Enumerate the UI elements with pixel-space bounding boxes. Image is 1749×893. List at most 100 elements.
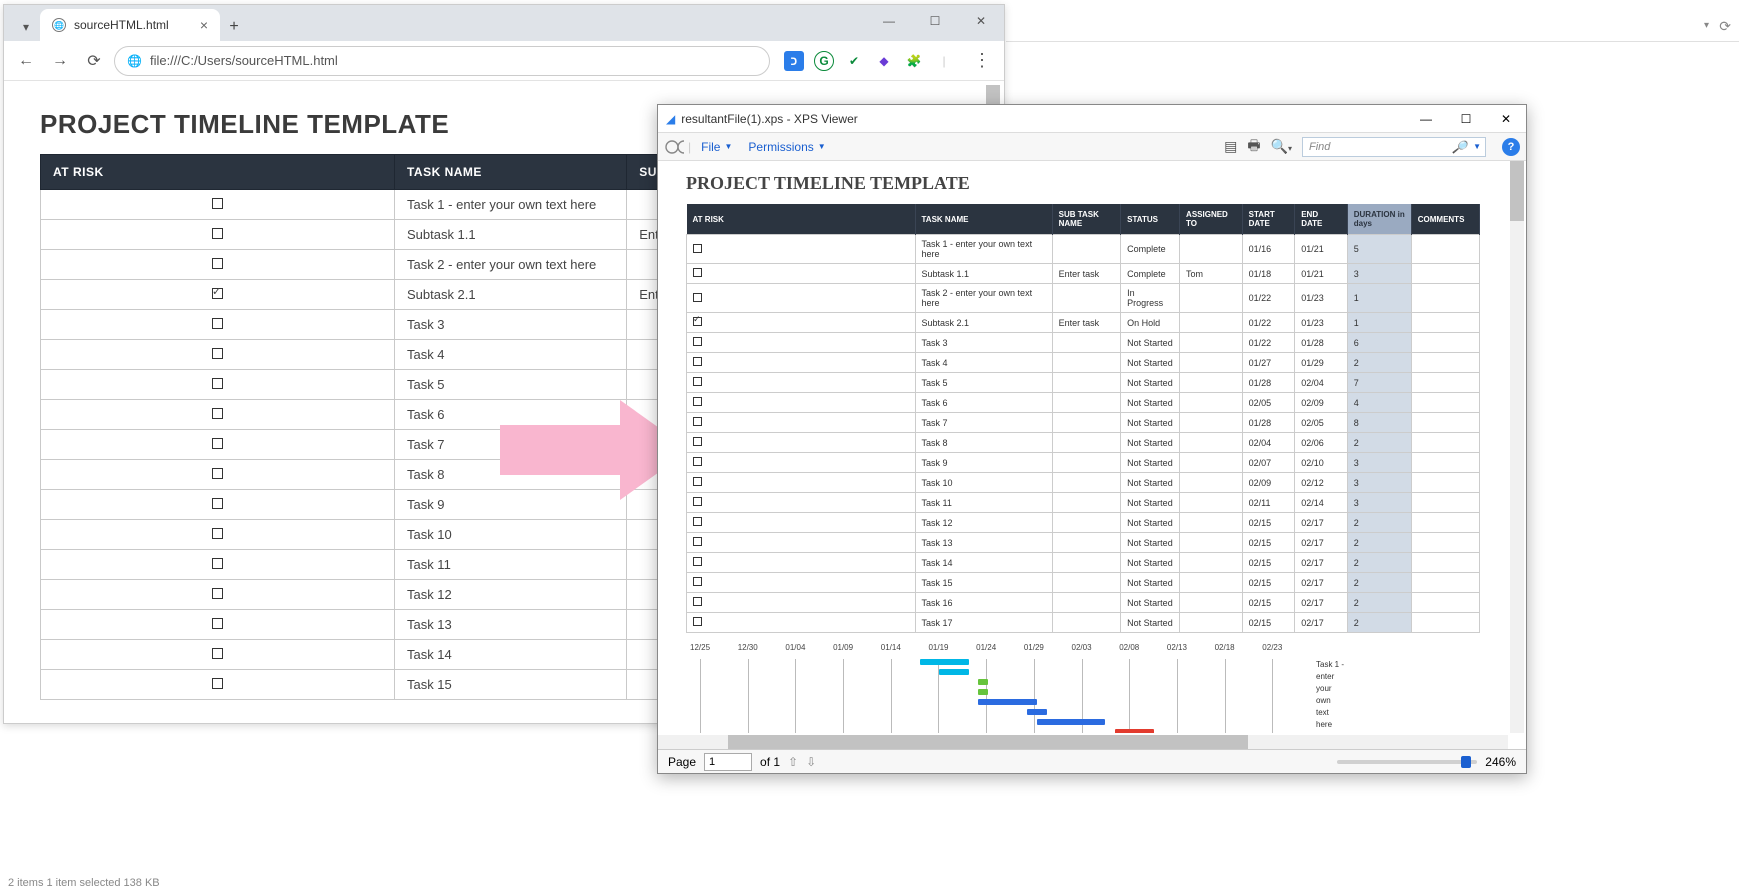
checkbox[interactable] <box>212 618 223 629</box>
binoculars-icon[interactable] <box>664 137 684 157</box>
extensions-menu-icon[interactable]: 🧩 <box>904 51 924 71</box>
zoom-value: 246% <box>1485 755 1516 769</box>
zoom-icon[interactable]: 🔍▾ <box>1271 138 1292 155</box>
checkbox[interactable] <box>693 477 702 486</box>
duration-cell: 2 <box>1347 533 1411 553</box>
checkbox[interactable] <box>693 497 702 506</box>
close-tab-icon[interactable]: × <box>200 17 208 33</box>
checkbox[interactable] <box>693 557 702 566</box>
checkbox[interactable] <box>212 318 223 329</box>
maximize-button[interactable]: ☐ <box>1446 105 1486 133</box>
new-tab-button[interactable]: + <box>220 13 248 41</box>
checkbox[interactable] <box>212 408 223 419</box>
table-row: Task 14 <box>41 640 760 670</box>
checkbox[interactable] <box>693 268 702 277</box>
checkbox[interactable] <box>693 337 702 346</box>
checkbox[interactable] <box>693 417 702 426</box>
axis-tick: 01/29 <box>1024 643 1044 652</box>
checkbox[interactable] <box>212 558 223 569</box>
extension-icon[interactable]: כ <box>784 51 804 71</box>
comments-cell <box>1411 313 1479 333</box>
extension-icon[interactable]: ◆ <box>874 51 894 71</box>
end-cell: 02/17 <box>1295 613 1348 633</box>
checkbox[interactable] <box>693 537 702 546</box>
chevron-down-icon[interactable]: ▾ <box>1704 20 1709 31</box>
checkbox[interactable] <box>212 228 223 239</box>
document-title: PROJECT TIMELINE TEMPLATE <box>686 173 1480 194</box>
checkbox[interactable] <box>212 678 223 689</box>
sub-cell <box>1052 533 1121 553</box>
checkbox[interactable] <box>693 293 702 302</box>
axis-tick: 02/13 <box>1167 643 1187 652</box>
duration-cell: 2 <box>1347 613 1411 633</box>
sub-cell: Enter task <box>1052 264 1121 284</box>
extension-icon[interactable]: ✔ <box>844 51 864 71</box>
file-menu[interactable]: File▼ <box>695 140 738 154</box>
checkbox[interactable] <box>212 288 223 299</box>
outline-icon[interactable]: ▤ <box>1224 138 1237 155</box>
checkbox[interactable] <box>693 617 702 626</box>
checkbox[interactable] <box>693 597 702 606</box>
chevron-down-icon[interactable]: ▼ <box>1473 142 1481 151</box>
checkbox[interactable] <box>693 517 702 526</box>
print-icon[interactable]: 🖶 <box>1247 135 1260 159</box>
scrollbar-thumb[interactable] <box>1510 161 1524 221</box>
checkbox[interactable] <box>693 244 702 253</box>
reload-button[interactable]: ⟳ <box>80 47 108 75</box>
xps-title-bar[interactable]: ◢ resultantFile(1).xps - XPS Viewer — ☐ … <box>658 105 1526 133</box>
checkbox[interactable] <box>212 498 223 509</box>
task-cell: Task 2 - enter your own text here <box>915 284 1052 313</box>
comments-cell <box>1411 433 1479 453</box>
extension-icon[interactable]: G <box>814 51 834 71</box>
checkbox[interactable] <box>212 588 223 599</box>
minimize-button[interactable]: — <box>1406 105 1446 133</box>
maximize-button[interactable]: ☐ <box>912 5 958 37</box>
checkbox[interactable] <box>693 357 702 366</box>
page-up-icon[interactable]: ⇧ <box>788 755 798 769</box>
status-cell: Not Started <box>1121 433 1180 453</box>
help-icon[interactable]: ? <box>1502 138 1520 156</box>
checkbox[interactable] <box>693 377 702 386</box>
search-icon[interactable]: 🔎 <box>1452 140 1467 154</box>
back-button[interactable]: ← <box>12 47 40 75</box>
gantt-legend: Task 1 - enter your own text hereSubtask… <box>1316 659 1345 733</box>
close-window-button[interactable]: ✕ <box>958 5 1004 37</box>
tab-search-button[interactable]: ▾ <box>12 13 40 41</box>
vertical-scrollbar[interactable] <box>1510 161 1524 733</box>
zoom-thumb[interactable] <box>1461 756 1471 768</box>
table-row: Task 9Not Started02/0702/103 <box>687 453 1480 473</box>
horizontal-scrollbar[interactable] <box>658 735 1508 749</box>
checkbox[interactable] <box>212 648 223 659</box>
checkbox[interactable] <box>212 528 223 539</box>
minimize-button[interactable]: — <box>866 5 912 37</box>
scrollbar-thumb[interactable] <box>728 735 1248 749</box>
checkbox[interactable] <box>212 468 223 479</box>
table-row: Task 2 - enter your own text hereIn Prog… <box>687 284 1480 313</box>
checkbox[interactable] <box>693 317 702 326</box>
find-input[interactable]: Find 🔎 ▼ <box>1302 137 1486 157</box>
assigned-cell <box>1180 373 1243 393</box>
refresh-icon[interactable]: ⟳ <box>1719 18 1731 35</box>
checkbox[interactable] <box>212 348 223 359</box>
checkbox[interactable] <box>693 577 702 586</box>
gridline <box>986 659 987 733</box>
checkbox[interactable] <box>212 378 223 389</box>
assigned-cell <box>1180 553 1243 573</box>
assigned-cell <box>1180 353 1243 373</box>
browser-tab[interactable]: 🌐 sourceHTML.html × <box>40 9 220 41</box>
page-down-icon[interactable]: ⇩ <box>806 755 816 769</box>
checkbox[interactable] <box>693 397 702 406</box>
page-input[interactable] <box>704 753 752 771</box>
site-info-icon[interactable]: 🌐 <box>127 54 142 68</box>
checkbox[interactable] <box>212 198 223 209</box>
checkbox[interactable] <box>693 437 702 446</box>
close-window-button[interactable]: ✕ <box>1486 105 1526 133</box>
address-bar[interactable]: 🌐 file:///C:/Users/sourceHTML.html <box>114 46 770 76</box>
chrome-menu-button[interactable]: ⋮ <box>968 47 996 75</box>
checkbox[interactable] <box>693 457 702 466</box>
permissions-menu[interactable]: Permissions▼ <box>742 140 831 154</box>
forward-button[interactable]: → <box>46 47 74 75</box>
checkbox[interactable] <box>212 258 223 269</box>
zoom-slider[interactable] <box>1337 760 1477 764</box>
checkbox[interactable] <box>212 438 223 449</box>
